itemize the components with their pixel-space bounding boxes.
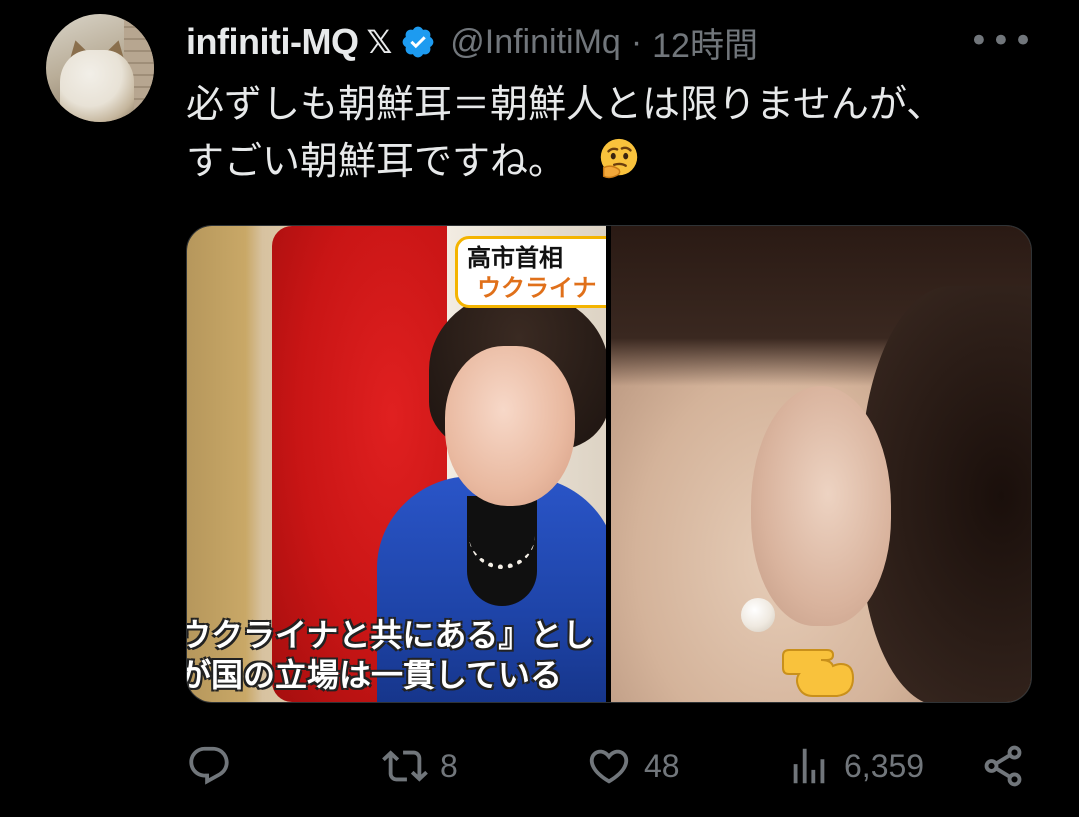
tweet-text: 必ずしも朝鮮耳＝朝鮮人とは限りませんが、 すごい朝鮮耳ですね。 — [186, 76, 1046, 190]
tweet-text-line2-wrap: すごい朝鮮耳ですね。 — [186, 133, 1046, 190]
cat-icon — [60, 50, 134, 122]
x-logo-icon: 𝕏 — [366, 23, 393, 61]
thinking-face-icon — [600, 138, 638, 179]
like-count: 48 — [644, 747, 680, 784]
views-icon — [793, 748, 825, 784]
like-button[interactable]: 48 — [586, 738, 680, 794]
video-subtitle-line2: が国の立場は一貫している — [187, 656, 563, 694]
tweet-text-line1: 必ずしも朝鮮耳＝朝鮮人とは限りませんが、 — [186, 82, 945, 126]
views-count: 6,359 — [844, 747, 925, 784]
media-photo-left[interactable]: 高市首相 ウクライナ ウクライナと共にある』とし が国の立場は一貫している — [187, 226, 606, 702]
news-caption-bottom: ウクライナ — [477, 274, 597, 302]
heart-icon — [589, 749, 629, 784]
media-photo-right[interactable] — [611, 226, 1031, 702]
media-grid: 高市首相 ウクライナ ウクライナと共にある』とし が国の立場は一貫している — [186, 225, 1032, 703]
pointing-hand-icon — [782, 649, 855, 697]
verified-badge-icon[interactable] — [400, 24, 436, 60]
tweet-text-line2: すごい朝鮮耳ですね。 — [186, 139, 567, 183]
retweet-count: 8 — [440, 747, 458, 784]
reply-button[interactable] — [186, 738, 232, 794]
tweet-header: infiniti-MQ 𝕏 @InfinitiMq · 12時間 ••• — [186, 18, 1039, 66]
share-icon — [984, 745, 1022, 787]
more-dots-icon[interactable]: ••• — [969, 24, 1035, 58]
reply-icon — [189, 746, 229, 785]
separator-dot: · — [630, 22, 643, 61]
tweet: infiniti-MQ 𝕏 @InfinitiMq · 12時間 ••• 必ずし… — [0, 0, 1079, 817]
pearl-earring — [741, 598, 775, 632]
face — [445, 346, 575, 506]
display-name[interactable]: infiniti-MQ — [186, 21, 359, 63]
pearl-necklace — [469, 504, 535, 569]
retweet-button[interactable]: 8 — [382, 738, 458, 794]
timestamp[interactable]: 12時間 — [652, 18, 758, 67]
handle[interactable]: @InfinitiMq — [450, 23, 621, 62]
ear — [751, 386, 891, 626]
action-bar: 8 48 6,359 — [186, 738, 1030, 794]
views-button[interactable]: 6,359 — [786, 738, 924, 794]
share-button[interactable] — [980, 738, 1026, 794]
retweet-icon — [382, 750, 428, 782]
avatar[interactable] — [46, 14, 154, 122]
